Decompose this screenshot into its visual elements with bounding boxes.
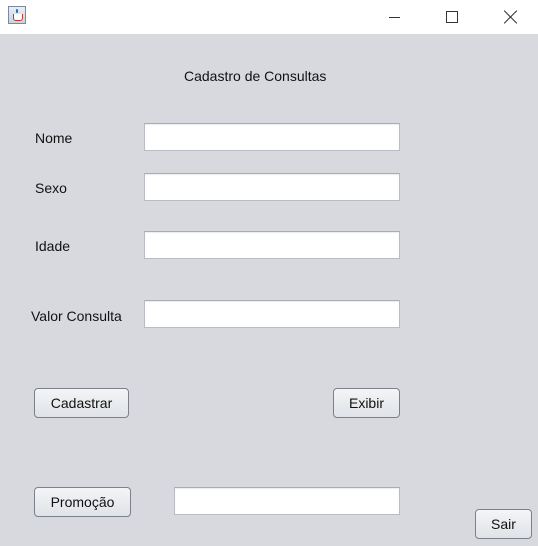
idade-label: Idade [35, 238, 71, 254]
form-panel: Cadastro de Consultas Nome Sexo Idade Va… [0, 34, 538, 546]
nome-label: Nome [35, 130, 73, 146]
sexo-input[interactable] [144, 173, 400, 201]
close-icon [504, 10, 518, 24]
java-steam-shape [16, 9, 18, 13]
title-bar [0, 0, 538, 34]
exibir-button[interactable]: Exibir [333, 388, 400, 418]
minimize-button[interactable] [371, 0, 417, 34]
java-cup-shape [13, 14, 23, 21]
valor-consulta-label: Valor Consulta [31, 308, 122, 324]
minimize-icon [388, 16, 400, 18]
close-button[interactable] [488, 0, 534, 34]
valor-consulta-input[interactable] [144, 300, 400, 328]
sair-button[interactable]: Sair [475, 509, 532, 539]
promocao-input[interactable] [174, 487, 400, 515]
java-cup-icon[interactable] [8, 6, 26, 24]
form-title: Cadastro de Consultas [184, 68, 327, 84]
nome-input[interactable] [144, 123, 400, 151]
idade-input[interactable] [144, 231, 400, 259]
maximize-icon [446, 11, 458, 23]
cadastrar-button[interactable]: Cadastrar [34, 388, 129, 418]
maximize-button[interactable] [429, 0, 475, 34]
sexo-label: Sexo [35, 180, 67, 196]
promocao-button[interactable]: Promoção [34, 487, 131, 517]
